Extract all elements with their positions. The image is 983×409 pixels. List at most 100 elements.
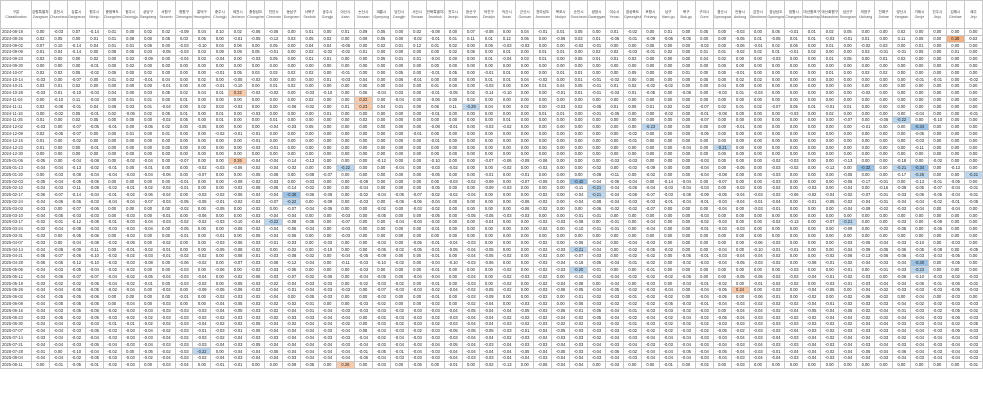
value-cell: 0.01 [730,89,750,97]
value-cell: 0.04 [479,102,499,111]
value-cell: -0.02 [497,123,517,131]
value-cell: -0.08 [264,170,284,179]
value-cell: -0.02 [102,347,122,356]
value-cell: -0.04 [264,327,284,335]
value-cell: 0.00 [192,204,212,213]
row-date: 2024-10-07 [0,68,32,77]
region-header: 충주시 Chungju [210,0,230,29]
value-cell: 0.00 [228,204,248,213]
value-cell: -0.03 [748,313,768,322]
value-cell: 0.00 [909,150,929,159]
value-cell: 0.00 [210,61,230,70]
value-cell: -0.01 [766,245,786,254]
value-cell: 0.00 [640,136,660,145]
value-cell: -0.04 [479,299,499,308]
value-cell: 0.04 [102,89,122,97]
value-cell: 0.02 [802,48,822,57]
value-cell: 0.00 [353,245,373,254]
value-cell: -0.03 [551,245,571,254]
value-cell: -0.02 [371,299,391,308]
value-cell: -0.04 [31,293,50,301]
row-date: 2025-03-17 [0,218,32,227]
value-cell: -0.03 [802,320,822,329]
value-cell: 0.00 [766,361,786,369]
value-cell: -0.06 [748,238,768,247]
value-cell: -0.02 [443,163,463,172]
value-cell: -0.03 [963,340,983,349]
value-cell: -0.07 [318,170,337,179]
value-cell: 0.04 [551,82,571,91]
value-cell: 0.00 [712,272,732,281]
value-cell: 0.00 [515,238,535,247]
value-cell: -0.01 [443,123,463,131]
value-cell: -0.05 [730,34,750,43]
value-cell: 0.01 [300,55,319,63]
value-cell: -0.03 [228,354,248,363]
value-cell: 0.00 [892,123,911,131]
value-cell: -0.04 [551,354,571,363]
value-cell: 0.00 [622,170,642,179]
value-cell: -0.03 [748,327,768,335]
value-cell: 0.00 [192,116,212,125]
value-cell: 0.03 [192,48,212,57]
value-cell: -0.03 [407,313,427,322]
value-cell: -0.02 [138,313,158,322]
value-cell: 0.00 [694,61,714,70]
value-cell: 0.00 [138,299,158,308]
value-cell: -0.05 [748,272,768,281]
value-cell: -0.02 [676,320,696,329]
value-cell: 0.00 [210,177,230,186]
value-cell: 0.05 [66,68,86,77]
value-cell: 0.00 [784,211,804,220]
value-cell: -0.03 [676,299,696,308]
region-name-ko: 충청남도 [249,10,263,15]
value-cell: 0.00 [228,109,248,118]
value-cell: 0.00 [389,116,409,125]
value-cell: 0.01 [31,48,50,57]
value-cell: -0.01 [425,265,445,274]
value-cell: 0.01 [533,109,553,118]
region-header: 원주시 Wonju [84,0,104,29]
value-cell: -0.02 [766,272,786,281]
value-cell: 0.02 [192,75,212,84]
value-cell: 0.00 [766,211,786,220]
value-cell: 0.04 [84,102,104,111]
value-cell: -0.04 [945,354,965,363]
value-cell: -0.05 [210,286,230,295]
value-cell: -0.07 [66,75,86,84]
value-cell: 0.00 [210,347,230,356]
value-cell: -0.02 [694,313,714,322]
value-cell: -0.05 [371,272,391,281]
row-date: 2025-05-19 [0,279,32,288]
value-cell: 0.00 [120,136,140,145]
value-cell: -0.04 [640,313,660,322]
value-cell: 0.00 [820,123,840,131]
value-cell: 0.00 [622,109,642,118]
value-cell: -0.04 [892,197,911,206]
value-cell: 0.00 [605,41,624,50]
value-cell: 0.00 [192,61,212,70]
value-cell: -0.02 [533,272,553,281]
value-cell: 0.01 [694,48,714,57]
value-cell: -0.02 [533,299,553,308]
value-cell: -0.03 [31,238,50,247]
value-cell: 0.00 [838,231,858,240]
value-cell: 0.00 [120,123,140,131]
value-cell: 0.00 [264,136,284,145]
value-cell: 0.03 [138,89,158,97]
value-cell: -0.02 [784,279,804,288]
value-cell: 0.00 [138,211,158,220]
value-cell: 0.00 [102,211,122,220]
value-cell: 0.00 [892,102,911,111]
value-cell: 0.00 [31,361,50,369]
value-cell: 0.00 [371,265,391,274]
value-cell: -0.03 [84,225,104,233]
value-cell: 0.00 [479,225,499,233]
value-cell: -0.20 [569,265,589,274]
table-row: 2025-06-23 -0.03 -0.05 -0.02 -0.05 -0.03 -0.02… [0,313,983,322]
value-cell: -0.02 [246,163,266,172]
value-cell: -0.05 [120,109,140,118]
value-cell: 0.00 [892,75,911,84]
value-cell: -0.02 [838,299,858,308]
value-cell: 0.00 [479,143,499,152]
